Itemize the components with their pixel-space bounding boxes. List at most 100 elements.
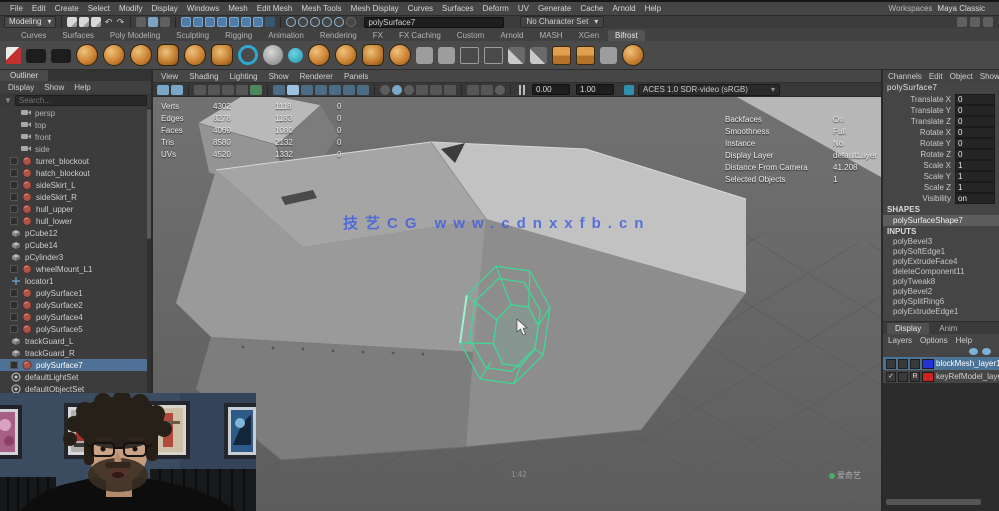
layer-toggle-0[interactable] (886, 359, 896, 369)
undo-icon[interactable]: ↶ (103, 17, 113, 27)
menu-modify[interactable]: Modify (119, 4, 143, 13)
outliner-search-input[interactable] (15, 95, 147, 106)
poly-pipe-shelf-icon[interactable] (389, 44, 411, 66)
snap-to-curves-icon[interactable] (298, 17, 308, 27)
visibility-state-icon[interactable] (10, 157, 18, 165)
use-all-lights-icon[interactable] (315, 85, 327, 95)
outliner-menu-display[interactable]: Display (8, 83, 34, 92)
wireframe-display-icon[interactable] (273, 85, 285, 95)
channel-value-field[interactable]: 1 (955, 171, 995, 182)
snapshot-icon[interactable] (481, 85, 493, 95)
snap-point-icon[interactable] (222, 85, 234, 95)
pencil-curve-shelf-icon[interactable] (288, 48, 303, 63)
channel-box-menu-edit[interactable]: Edit (929, 72, 943, 81)
outliner-item-polysurface7[interactable]: polySurface7 (0, 359, 151, 371)
outliner-item-polysurface1[interactable]: polySurface1 (0, 287, 151, 299)
layer-row-blockmesh-layer1[interactable]: blockMesh_layer1 (883, 357, 999, 370)
redo-icon[interactable]: ↷ (115, 17, 125, 27)
visibility-state-icon[interactable] (10, 301, 18, 309)
menu-mesh[interactable]: Mesh (228, 4, 248, 13)
channel-value-field[interactable]: 0 (955, 138, 995, 149)
input-node-polyextrudeedge1[interactable]: polyExtrudeEdge1 (883, 307, 999, 317)
motion-blur-icon[interactable] (357, 85, 369, 95)
ambient-occlusion-icon[interactable] (343, 85, 355, 95)
outliner-item-hull-upper[interactable]: hull_upper (0, 203, 151, 215)
mask-joints-icon[interactable] (193, 17, 203, 27)
isolate-select-icon[interactable] (380, 85, 390, 95)
curves-tool-shelf-icon[interactable] (6, 47, 21, 64)
layer-menu-layers[interactable]: Layers (888, 336, 912, 345)
poly-pyramid-shelf-icon[interactable] (362, 44, 384, 66)
menu-windows[interactable]: Windows (187, 4, 219, 13)
outliner-item-persp[interactable]: persp (0, 107, 151, 119)
camera-b-shelf-icon[interactable] (51, 49, 71, 63)
nurbs-circle-shelf-icon[interactable] (238, 45, 258, 65)
layer-editor-tab-anim[interactable]: Anim (931, 323, 965, 334)
snap-to-view-planes-icon[interactable] (334, 17, 344, 27)
visibility-state-icon[interactable] (10, 217, 18, 225)
layer-toggle-2[interactable]: R (910, 372, 920, 382)
menu-select[interactable]: Select (88, 4, 110, 13)
outliner-item-locator1[interactable]: locator1 (0, 275, 151, 287)
save-scene-icon[interactable] (91, 17, 101, 27)
menu-mesh-tools[interactable]: Mesh Tools (301, 4, 341, 13)
visibility-state-icon[interactable] (10, 193, 18, 201)
mask-deformations-icon[interactable] (229, 17, 239, 27)
outliner-item-side[interactable]: side (0, 143, 151, 155)
poly-plane-shelf-icon[interactable] (211, 44, 233, 66)
shelf-tab-mash[interactable]: MASH (532, 30, 569, 41)
shelf-tab-fx[interactable]: FX (366, 30, 390, 41)
gamma-field[interactable]: 1.00 (576, 84, 614, 95)
mask-misc-icon[interactable] (265, 17, 275, 27)
input-node-polybevel3[interactable]: polyBevel3 (883, 237, 999, 247)
window-pane-b-shelf-icon[interactable] (484, 47, 503, 64)
visibility-state-icon[interactable] (10, 313, 18, 321)
flare-deformer-shelf-icon[interactable] (438, 47, 455, 64)
shelf-tab-curves[interactable]: Curves (14, 30, 53, 41)
channel-box-menu-object[interactable]: Object (950, 72, 973, 81)
menu-help[interactable]: Help (645, 4, 661, 13)
select-by-object-icon[interactable] (171, 85, 183, 95)
outliner-item-sideskirt-r[interactable]: sideSkirt_R (0, 191, 151, 203)
textured-display-icon[interactable] (301, 85, 313, 95)
menu-file[interactable]: File (10, 4, 23, 13)
outliner-item-trackguard-l[interactable]: trackGuard_L (0, 335, 151, 347)
horizontal-scrollbar[interactable] (886, 499, 981, 505)
select-hierarchy-mask-icon[interactable] (136, 17, 146, 27)
select-by-hierarchy-icon[interactable] (157, 85, 169, 95)
window-pane-a-shelf-icon[interactable] (460, 47, 479, 64)
input-node-deletecomponent11[interactable]: deleteComponent11 (883, 267, 999, 277)
shelf-tab-sculpting[interactable]: Sculpting (169, 30, 216, 41)
layer-toggle-1[interactable] (898, 359, 908, 369)
quick-input-field[interactable] (364, 17, 504, 28)
bend-deformer-shelf-icon[interactable] (416, 47, 433, 64)
shelf-tab-rigging[interactable]: Rigging (218, 30, 259, 41)
layer-toggle-1[interactable] (898, 372, 908, 382)
layer-row-keyrefmodel-layer[interactable]: ✓RkeyRefModel_layer (883, 370, 999, 383)
outliner-item-polysurface4[interactable]: polySurface4 (0, 311, 151, 323)
outliner-item-hull-lower[interactable]: hull_lower (0, 215, 151, 227)
workspace-selector[interactable]: Workspaces Maya Classic (889, 4, 999, 13)
shelf-tab-custom[interactable]: Custom (450, 30, 492, 41)
snap-grid-icon[interactable] (194, 85, 206, 95)
input-node-polysoftedge1[interactable]: polySoftEdge1 (883, 247, 999, 257)
camera-a-shelf-icon[interactable] (26, 49, 46, 63)
outliner-item-front[interactable]: front (0, 131, 151, 143)
select-object-mask-icon[interactable] (148, 17, 158, 27)
sphere-b-shelf-icon[interactable] (308, 44, 330, 66)
input-node-polytweak8[interactable]: polyTweak8 (883, 277, 999, 287)
new-empty-layer-icon[interactable] (969, 348, 978, 355)
target-weld-shelf-icon[interactable] (622, 44, 644, 66)
shelf-tab-poly-modeling[interactable]: Poly Modeling (103, 30, 167, 41)
scrollbar-thumb[interactable] (147, 109, 151, 239)
snap-to-points-icon[interactable] (310, 17, 320, 27)
select-component-mask-icon[interactable] (160, 17, 170, 27)
snap-to-grids-icon[interactable] (286, 17, 296, 27)
filter-icon[interactable]: ▼ (4, 96, 12, 105)
layer-color-swatch[interactable] (922, 359, 934, 369)
outliner-menu-help[interactable]: Help (74, 83, 90, 92)
shelf-tab-fx-caching[interactable]: FX Caching (392, 30, 448, 41)
outliner-item-polysurface5[interactable]: polySurface5 (0, 323, 151, 335)
open-scene-icon[interactable] (79, 17, 89, 27)
poly-cylinder-shelf-icon[interactable] (130, 44, 152, 66)
